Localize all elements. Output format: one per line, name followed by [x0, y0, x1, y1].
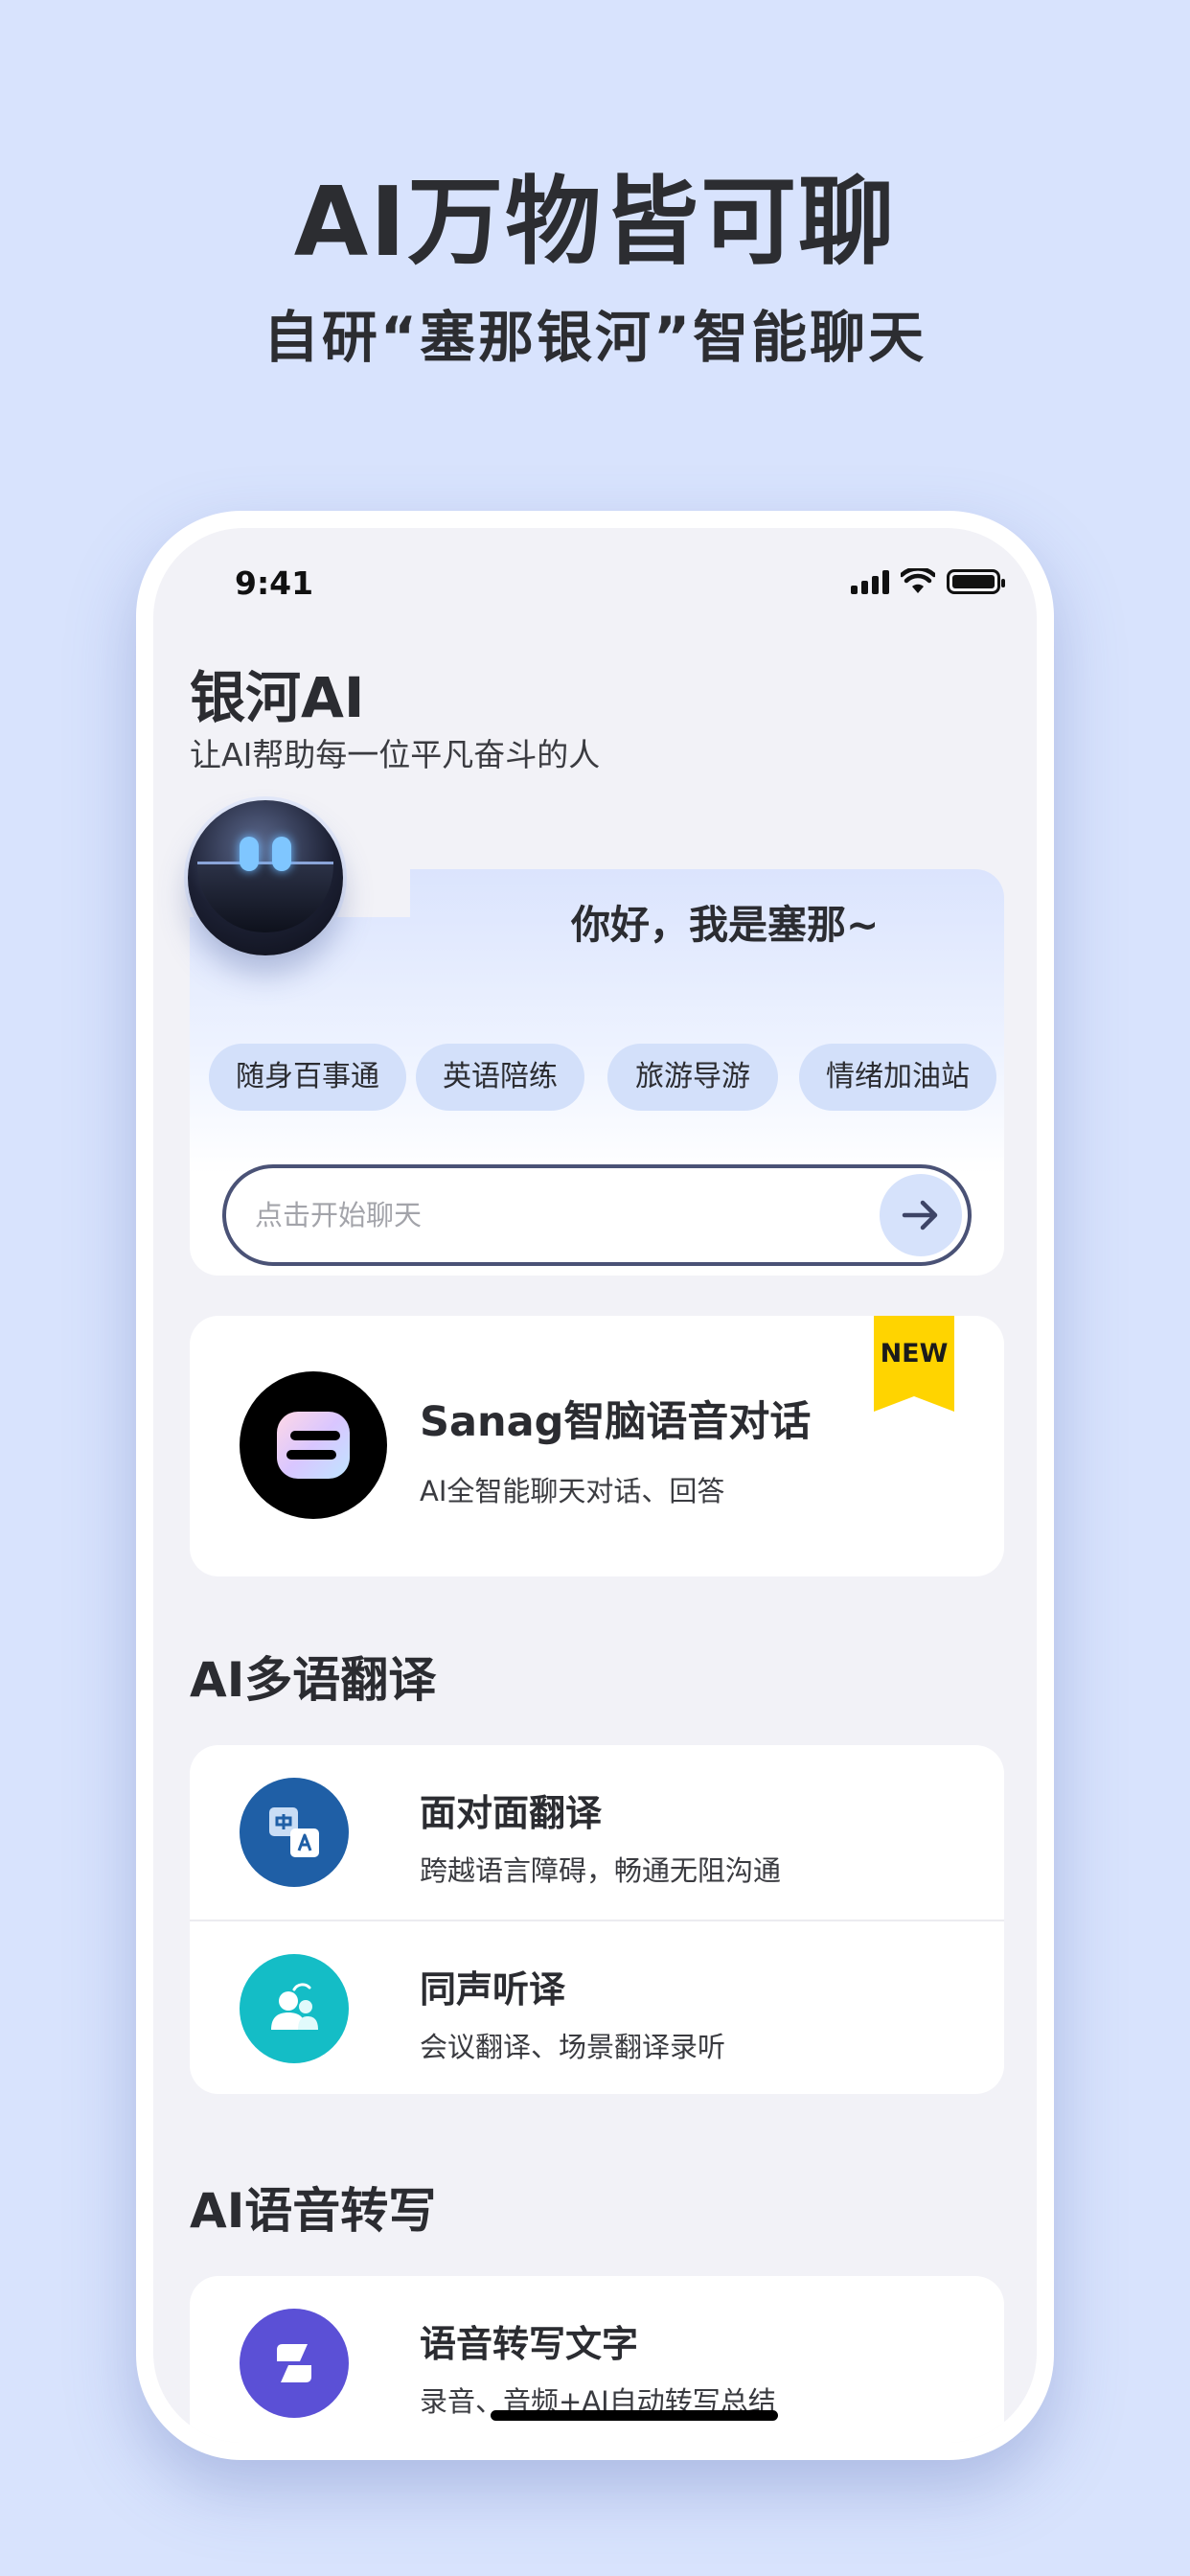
chip-travel[interactable]: 旅游导游 — [607, 1044, 778, 1111]
greeting-text: 你好，我是塞那~ — [571, 902, 880, 948]
feature-description: AI全智能聊天对话、回答 — [420, 1475, 725, 1507]
status-time: 9:41 — [235, 564, 314, 602]
robot-visor — [197, 862, 333, 932]
app-subtitle: 让AI帮助每一位平凡奋斗的人 — [190, 736, 601, 773]
feature-title: Sanag智脑语音对话 — [420, 1398, 812, 1446]
people-icon — [240, 1954, 349, 2063]
status-icons — [851, 568, 1005, 594]
phone-frame: 9:41 银河AI 让AI帮助每一位平凡奋斗的人 你好，我是塞那~ 随身百事通 … — [136, 511, 1054, 2460]
robot-eye-right — [272, 837, 291, 871]
sanag-logo-icon — [240, 1371, 387, 1519]
chat-input[interactable] — [255, 1168, 830, 1262]
wifi-icon — [901, 568, 935, 593]
chip-baishitong[interactable]: 随身百事通 — [209, 1044, 406, 1111]
new-badge: NEW — [874, 1316, 954, 1412]
status-bar: 9:41 — [153, 528, 1037, 633]
home-indicator[interactable] — [491, 2410, 778, 2421]
translation-section-title: AI多语翻译 — [190, 1652, 437, 1708]
app-screen: 9:41 银河AI 让AI帮助每一位平凡奋斗的人 你好，我是塞那~ 随身百事通 … — [153, 528, 1037, 2443]
send-button[interactable] — [880, 1174, 962, 1256]
list-item-simultaneous[interactable]: 同声听译 会议翻译、场景翻译录听 — [190, 1920, 1004, 2094]
arrow-right-icon — [902, 1200, 938, 1230]
chip-english[interactable]: 英语陪练 — [416, 1044, 584, 1111]
robot-eye-left — [240, 837, 259, 871]
quick-chips: 随身百事通 英语陪练 旅游导游 情绪加油站 — [209, 1044, 1010, 1111]
item-title: 同声听译 — [420, 1968, 566, 2011]
item-description: 跨越语言障碍，畅通无阻沟通 — [420, 1854, 782, 1887]
chat-input-box[interactable] — [222, 1164, 972, 1266]
chip-mood[interactable]: 情绪加油站 — [799, 1044, 996, 1111]
list-item-face-translate[interactable]: 面对面翻译 跨越语言障碍，畅通无阻沟通 — [190, 1745, 1004, 1920]
voice-chat-card[interactable]: Sanag智脑语音对话 AI全智能聊天对话、回答 NEW — [190, 1316, 1004, 1576]
promo-subtitle: 自研“塞那银河”智能聊天 — [263, 305, 927, 370]
cellular-signal-icon — [851, 569, 889, 594]
promo-title: AI万物皆可聊 — [293, 166, 897, 278]
translate-icon — [240, 1778, 349, 1887]
battery-icon — [947, 569, 1005, 594]
app-title: 银河AI — [190, 665, 365, 730]
transcribe-icon — [240, 2309, 349, 2418]
translation-list: 面对面翻译 跨越语言障碍，畅通无阻沟通 同声听译 会议翻译、场景翻译录听 — [190, 1745, 1004, 2094]
item-title: 面对面翻译 — [420, 1792, 603, 1834]
robot-avatar-icon — [188, 800, 343, 955]
item-title: 语音转写文字 — [420, 2323, 639, 2365]
item-description: 会议翻译、场景翻译录听 — [420, 2031, 726, 2063]
transcription-section-title: AI语音转写 — [190, 2183, 437, 2239]
